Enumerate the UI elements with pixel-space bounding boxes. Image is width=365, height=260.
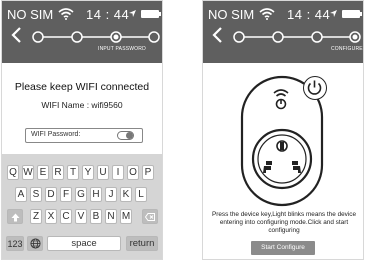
keyboard-row-3: Z X C V B N M <box>2 209 162 227</box>
wifi-icon <box>58 8 74 23</box>
location-arrow-icon <box>128 9 137 21</box>
step-label: CONFIGURE <box>331 46 363 52</box>
key-a[interactable]: A <box>15 187 27 202</box>
key-g[interactable]: G <box>75 187 87 202</box>
numbers-key[interactable]: 123 <box>6 236 24 251</box>
keyboard-row-1: Q W E R T Y U I O P <box>2 165 162 183</box>
key-o[interactable]: O <box>127 165 139 180</box>
clock: 14 : 44 <box>287 7 331 22</box>
toggle-knob <box>126 132 133 139</box>
key-p[interactable]: P <box>142 165 154 180</box>
space-key[interactable]: space <box>47 236 121 251</box>
key-u[interactable]: U <box>97 165 109 180</box>
keyboard-row-4: 123 space return <box>2 236 162 254</box>
battery-icon <box>141 10 161 18</box>
progress-steps <box>233 29 361 45</box>
key-x[interactable]: X <box>45 209 57 224</box>
key-c[interactable]: C <box>60 209 72 224</box>
start-configure-button[interactable]: Start Configure <box>251 241 315 255</box>
battery-icon <box>342 10 362 18</box>
password-visibility-toggle[interactable] <box>117 131 134 140</box>
key-f[interactable]: F <box>60 187 72 202</box>
key-v[interactable]: V <box>75 209 87 224</box>
key-i[interactable]: I <box>112 165 124 180</box>
key-w[interactable]: W <box>22 165 34 180</box>
configure-instruction: Press the device key,Light blinks means … <box>211 211 357 234</box>
wifi-password-field[interactable]: WIFI Password: <box>25 128 143 143</box>
location-arrow-icon <box>329 9 338 21</box>
key-y[interactable]: Y <box>82 165 94 180</box>
key-s[interactable]: S <box>30 187 42 202</box>
phone-screen-input-password: NO SIM 14 : 44 INPUT PASSWORD Please kee… <box>1 0 163 260</box>
password-label: WIFI Password: <box>31 131 81 138</box>
carrier-label: NO SIM <box>7 7 54 22</box>
globe-icon[interactable] <box>27 236 43 251</box>
key-h[interactable]: H <box>90 187 102 202</box>
key-d[interactable]: D <box>45 187 57 202</box>
power-icon <box>307 80 322 95</box>
header-bar: NO SIM 14 : 44 CONFIGURE <box>203 1 363 63</box>
key-m[interactable]: M <box>120 209 132 224</box>
key-r[interactable]: R <box>52 165 64 180</box>
key-l[interactable]: L <box>135 187 147 202</box>
key-z[interactable]: Z <box>30 209 42 224</box>
key-k[interactable]: K <box>120 187 132 202</box>
status-bar: NO SIM 14 : 44 <box>203 7 363 23</box>
phone-screen-configure: NO SIM 14 : 44 CONFIGURE Press the devic… <box>202 0 364 260</box>
keep-connected-message: Please keep WIFI connected <box>14 81 150 93</box>
device-power-button[interactable] <box>303 76 327 100</box>
shift-icon[interactable] <box>7 209 23 224</box>
key-t[interactable]: T <box>67 165 79 180</box>
status-bar: NO SIM 14 : 44 <box>2 7 162 23</box>
return-key[interactable]: return <box>126 236 158 251</box>
key-e[interactable]: E <box>37 165 49 180</box>
progress-steps <box>32 29 160 45</box>
onscreen-keyboard: Q W E R T Y U I O P A S D F G H J K L Z <box>2 154 162 259</box>
back-chevron-icon[interactable] <box>9 26 29 46</box>
delete-icon[interactable] <box>142 209 158 224</box>
keyboard-row-2: A S D F G H J K L <box>2 187 162 205</box>
wifi-icon <box>259 8 275 23</box>
clock: 14 : 44 <box>86 7 130 22</box>
key-n[interactable]: N <box>105 209 117 224</box>
header-bar: NO SIM 14 : 44 INPUT PASSWORD <box>2 1 162 63</box>
step-label: INPUT PASSWORD <box>98 46 146 52</box>
key-q[interactable]: Q <box>7 165 19 180</box>
carrier-label: NO SIM <box>208 7 255 22</box>
key-b[interactable]: B <box>90 209 102 224</box>
key-j[interactable]: J <box>105 187 117 202</box>
back-chevron-icon[interactable] <box>210 26 230 46</box>
wifi-name-label: WIFI Name : wifi9560 <box>41 100 123 110</box>
